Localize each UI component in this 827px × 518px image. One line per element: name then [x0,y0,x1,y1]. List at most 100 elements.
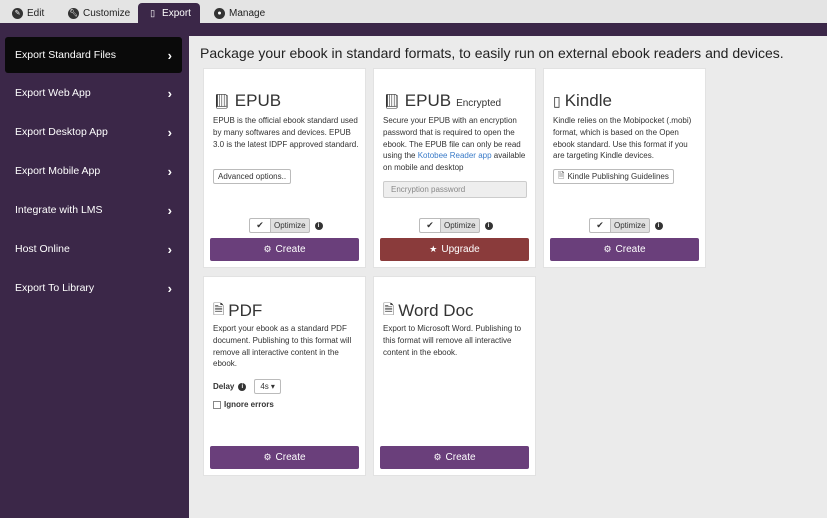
card-title-text: EPUB [234,91,282,110]
sidebar-item-integrate-lms[interactable]: Integrate with LMS › [5,192,182,228]
tablet-icon: ▯ [553,92,561,109]
sidebar-item-export-mobile-app[interactable]: Export Mobile App › [5,153,182,189]
pdf-card: 🗎 PDF Export your ebook as a standard PD… [203,276,366,476]
create-button-label: Create [615,244,646,255]
card-title-text: PDF [228,301,263,320]
info-icon[interactable]: i [238,382,247,391]
caret-down-icon: ▾ [270,382,275,391]
mobile-icon: ▯ [150,7,156,18]
chevron-right-icon: › [167,85,172,101]
user-icon: ● [214,7,225,19]
advanced-options-button[interactable]: Advanced options.. [213,169,292,184]
chevron-right-icon: › [167,241,172,257]
header-strip [0,23,827,36]
optimize-toggle[interactable]: ✔ Optimize i [249,218,323,233]
chevron-right-icon: › [167,47,172,63]
sidebar-item-export-desktop-app[interactable]: Export Desktop App › [5,114,182,150]
card-title-text: EPUB [404,91,452,110]
word-doc-card: 🗎 Word Doc Export to Microsoft Word. Pub… [373,276,536,476]
card-title: 🗎 PDF [213,299,262,323]
sidebar-item-label: Integrate with LMS [15,204,103,216]
pdf-file-icon: 🗎 [213,301,225,317]
optimize-toggle[interactable]: ✔ Optimize i [589,218,663,233]
check-icon[interactable]: ✔ [589,218,610,233]
gear-icon: ⚙ [263,244,272,254]
delay-select[interactable]: 4s ▾ [254,379,281,394]
sidebar-item-export-web-app[interactable]: Export Web App › [5,75,182,111]
ignore-errors-checkbox[interactable] [213,400,221,409]
chevron-right-icon: › [167,124,172,140]
tab-export-label: Export [162,7,191,19]
optimize-toggle[interactable]: ✔ Optimize i [419,218,493,233]
create-button[interactable]: ⚙ Create [210,446,359,469]
optimize-label: Optimize [440,218,480,233]
card-title: ▯ Kindle [553,91,612,111]
info-icon[interactable]: i [654,221,663,230]
gear-icon: ⚙ [263,452,272,462]
card-title: 📕︎ EPUB Encrypted [383,91,501,111]
sidebar-item-label: Host Online [15,243,70,255]
delay-label: Delay [213,382,235,391]
sidebar-item-label: Export Mobile App [15,165,101,177]
sidebar-item-export-standard-files[interactable]: Export Standard Files › [5,37,182,73]
sidebar-item-label: Export Desktop App [15,126,108,138]
epub-encrypted-card: 📕︎ EPUB Encrypted Secure your EPUB with … [373,68,536,268]
chevron-right-icon: › [167,163,172,179]
create-button[interactable]: ⚙ Create [380,446,529,469]
card-title-text: Word Doc [398,301,474,320]
delay-value: 4s [260,382,269,391]
sidebar-item-label: Export Web App [15,87,91,99]
edit-icon: ✎ [12,7,23,19]
file-icon: 🗎 [558,170,565,180]
card-description: Secure your EPUB with an encryption pass… [383,115,531,174]
kindle-card: ▯ Kindle Kindle relies on the Mobipocket… [543,68,706,268]
create-button[interactable]: ⚙ Create [210,238,359,261]
book-icon: 📕︎ [383,92,401,109]
ignore-errors-label: Ignore errors [224,400,274,409]
card-subtitle: Encrypted [456,97,502,109]
check-icon[interactable]: ✔ [249,218,270,233]
optimize-label: Optimize [270,218,310,233]
check-icon[interactable]: ✔ [419,218,440,233]
top-tab-bar: ✎ Edit 🔧︎ Customize ▯ Export ● Manage [0,0,827,23]
wrench-icon: 🔧︎ [68,7,79,19]
optimize-label: Optimize [610,218,650,233]
word-file-icon: 🗎 [383,301,395,317]
chevron-right-icon: › [167,202,172,218]
ignore-errors-option[interactable]: Ignore errors [213,400,274,409]
page-headline: Package your ebook in standard formats, … [200,45,784,61]
tab-manage-label: Manage [229,7,266,19]
kindle-guidelines-button[interactable]: 🗎 Kindle Publishing Guidelines [553,169,674,184]
card-title: 📕︎ EPUB [213,91,281,111]
card-description: Export your ebook as a standard PDF docu… [213,324,352,369]
tab-manage[interactable]: ● Manage [214,3,265,23]
gear-icon: ⚙ [433,452,442,462]
info-icon[interactable]: i [314,221,323,230]
sidebar: Export Standard Files › Export Web App ›… [0,36,189,518]
star-icon: ★ [429,244,438,254]
card-description: Kindle relies on the Mobipocket (.mobi) … [553,116,692,161]
card-description: EPUB is the official ebook standard used… [213,116,359,149]
create-button-label: Create [275,244,306,255]
tab-edit[interactable]: ✎ Edit [12,3,44,23]
sidebar-item-host-online[interactable]: Host Online › [5,231,182,267]
create-button-label: Create [445,452,476,463]
tab-export[interactable]: ▯ Export [138,3,200,23]
upgrade-button[interactable]: ★ Upgrade [380,238,529,261]
encryption-password-input[interactable]: Encryption password [383,181,527,198]
tab-edit-label: Edit [27,7,45,19]
create-button[interactable]: ⚙ Create [550,238,699,261]
card-description: Export to Microsoft Word. Publishing to … [383,324,522,357]
sidebar-item-label: Export Standard Files [15,49,116,61]
kindle-guidelines-label: Kindle Publishing Guidelines [567,172,669,181]
create-button-label: Create [275,452,306,463]
kotobee-reader-link[interactable]: Kotobee Reader app [418,151,492,160]
gear-icon: ⚙ [603,244,612,254]
book-icon: 📕︎ [213,92,231,109]
card-title: 🗎 Word Doc [383,299,474,323]
sidebar-item-export-to-library[interactable]: Export To Library › [5,270,182,306]
tab-customize[interactable]: 🔧︎ Customize [68,3,130,23]
epub-card: 📕︎ EPUB EPUB is the official ebook stand… [203,68,366,268]
upgrade-button-label: Upgrade [441,244,480,255]
info-icon[interactable]: i [484,221,493,230]
